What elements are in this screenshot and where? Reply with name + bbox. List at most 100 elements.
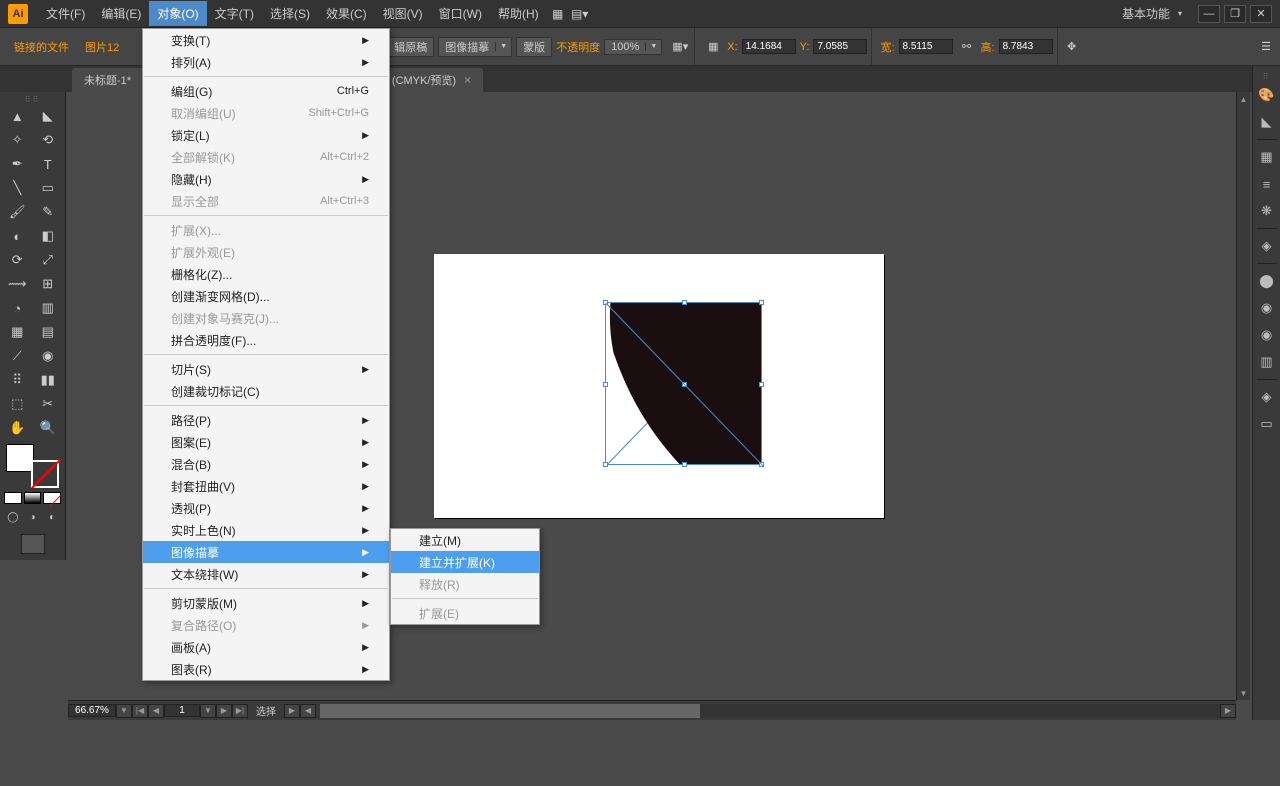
symbol-sprayer-tool[interactable]: ⠿	[2, 368, 33, 392]
slice-tool[interactable]: ✂	[33, 392, 64, 416]
swatches-panel-icon[interactable]: ◣	[1255, 110, 1279, 134]
symbols-panel-icon[interactable]: ❋	[1255, 199, 1279, 223]
mask-button[interactable]: 蒙版	[516, 37, 552, 57]
horizontal-scrollbar[interactable]	[320, 704, 1220, 718]
vertical-scrollbar[interactable]: ▲ ▼	[1236, 92, 1250, 700]
menu-item[interactable]: 路径(P)▶	[143, 409, 389, 431]
menu-item[interactable]: 剪切蒙版(M)▶	[143, 592, 389, 614]
perspective-tool[interactable]: ▥	[33, 296, 64, 320]
pen-tool[interactable]: ✒	[2, 152, 33, 176]
align-panel-icon[interactable]: ▥	[1255, 350, 1279, 374]
menubar-extra-icon-1[interactable]: ▦	[547, 5, 569, 23]
free-transform-tool[interactable]: ⊞	[33, 272, 64, 296]
paintbrush-tool[interactable]: 🖌	[2, 200, 33, 224]
scroll-left-icon[interactable]: ◀	[300, 704, 316, 718]
opacity-label[interactable]: 不透明度	[556, 39, 600, 55]
menu-item[interactable]: 变换(T)▶	[143, 29, 389, 51]
align-icon[interactable]: ▦▾	[670, 37, 690, 57]
menubar-extra-icon-2[interactable]: ▤▾	[569, 5, 591, 23]
draw-behind-icon[interactable]: ◑	[24, 508, 42, 526]
artboards-panel-icon[interactable]: ▭	[1255, 412, 1279, 436]
maximize-button[interactable]: ❐	[1224, 5, 1246, 23]
appearance-panel-icon[interactable]: ◉	[1255, 323, 1279, 347]
menu-help[interactable]: 帮助(H)	[490, 1, 547, 26]
menu-view[interactable]: 视图(V)	[375, 1, 431, 26]
prev-artboard-button[interactable]: ◀	[148, 704, 164, 718]
menu-item[interactable]: 建立(M)	[391, 529, 539, 551]
toolbox-drag-handle[interactable]: ⠿⠿	[2, 94, 63, 104]
next-artboard-button[interactable]: ▶	[216, 704, 232, 718]
brushes-panel-icon[interactable]: ≡	[1255, 172, 1279, 196]
shape-builder-tool[interactable]: ◔	[2, 296, 33, 320]
lasso-tool[interactable]: ⟲	[33, 128, 64, 152]
image-trace-dropdown[interactable]: 图像描摹 ▼	[438, 37, 512, 57]
transform-ref-icon[interactable]: ▦	[703, 37, 723, 57]
selection-bounds[interactable]	[605, 302, 762, 465]
menu-item[interactable]: 画板(A)▶	[143, 636, 389, 658]
stroke-swatch[interactable]	[31, 460, 59, 488]
opacity-dropdown[interactable]: 100% ▼	[604, 39, 662, 55]
menu-item[interactable]: 编组(G)Ctrl+G	[143, 80, 389, 102]
zoom-dropdown-icon[interactable]: ▼	[116, 704, 132, 718]
transparency-panel-icon[interactable]: ⬤	[1255, 269, 1279, 293]
menu-item[interactable]: 混合(B)▶	[143, 453, 389, 475]
first-artboard-button[interactable]: |◀	[132, 704, 148, 718]
pencil-tool[interactable]: ✎	[33, 200, 64, 224]
menu-window[interactable]: 窗口(W)	[431, 1, 490, 26]
x-input[interactable]	[742, 39, 796, 54]
tab-close-icon[interactable]: ×	[464, 73, 471, 87]
width-tool[interactable]: ⟿	[2, 272, 33, 296]
dock-drag-handle[interactable]: ⠿	[1263, 72, 1271, 80]
draw-inside-icon[interactable]: ◐	[43, 508, 61, 526]
color-mode-gradient[interactable]	[24, 492, 42, 504]
eraser-tool[interactable]: ◧	[33, 224, 64, 248]
menu-item[interactable]: 创建渐变网格(D)...	[143, 285, 389, 307]
artboard-dropdown-icon[interactable]: ▼	[200, 704, 216, 718]
menu-item[interactable]: 建立并扩展(K)	[391, 551, 539, 573]
menu-type[interactable]: 文字(T)	[207, 1, 262, 26]
menu-item[interactable]: 实时上色(N)▶	[143, 519, 389, 541]
menu-select[interactable]: 选择(S)	[262, 1, 318, 26]
blend-tool[interactable]: ◉	[33, 344, 64, 368]
graphic-styles-panel-icon[interactable]: ◈	[1255, 234, 1279, 258]
artboard[interactable]	[434, 254, 884, 518]
screen-mode-button[interactable]	[21, 534, 45, 554]
layers-panel-icon[interactable]: ◈	[1255, 385, 1279, 409]
menu-item[interactable]: 隐藏(H)▶	[143, 168, 389, 190]
menu-item[interactable]: 切片(S)▶	[143, 358, 389, 380]
menu-effect[interactable]: 效果(C)	[318, 1, 375, 26]
zoom-tool[interactable]: 🔍	[33, 416, 64, 440]
menu-item[interactable]: 文本绕排(W)▶	[143, 563, 389, 585]
scroll-down-icon[interactable]: ▼	[1237, 686, 1250, 700]
graph-tool[interactable]: ▮▮	[33, 368, 64, 392]
color-mode-solid[interactable]	[4, 492, 22, 504]
scroll-up-icon[interactable]: ▲	[1237, 92, 1250, 106]
menu-item[interactable]: 拼合透明度(F)...	[143, 329, 389, 351]
link-icon[interactable]: ⚯	[957, 37, 977, 57]
artboard-number-input[interactable]	[164, 704, 200, 717]
eyedropper-tool[interactable]: ⟋	[2, 344, 33, 368]
color-mode-none[interactable]	[43, 492, 61, 504]
artboard-tool[interactable]: ⬚	[2, 392, 33, 416]
close-button[interactable]: ✕	[1250, 5, 1272, 23]
color-panel-icon[interactable]: 🎨	[1255, 83, 1279, 107]
menu-edit[interactable]: 编辑(E)	[93, 1, 149, 26]
type-tool[interactable]: T	[33, 152, 64, 176]
line-tool[interactable]: ╲	[2, 176, 33, 200]
rectangle-tool[interactable]: ▭	[33, 176, 64, 200]
direct-selection-tool[interactable]: ◣	[33, 104, 64, 128]
blob-brush-tool[interactable]: ◐	[2, 224, 33, 248]
crop-icon[interactable]: ✥	[1062, 37, 1082, 57]
last-artboard-button[interactable]: ▶|	[232, 704, 248, 718]
zoom-input[interactable]	[68, 704, 116, 717]
menu-item[interactable]: 图像描摹▶	[143, 541, 389, 563]
w-input[interactable]	[899, 39, 953, 54]
fill-stroke-swatch[interactable]	[6, 444, 59, 488]
menu-item[interactable]: 图表(R)▶	[143, 658, 389, 680]
menu-item[interactable]: 排列(A)▶	[143, 51, 389, 73]
workspace-arrow-icon[interactable]: ▾	[1178, 9, 1182, 18]
menu-item[interactable]: 锁定(L)▶	[143, 124, 389, 146]
magic-wand-tool[interactable]: ✧	[2, 128, 33, 152]
y-input[interactable]	[813, 39, 867, 54]
menu-file[interactable]: 文件(F)	[38, 1, 93, 26]
